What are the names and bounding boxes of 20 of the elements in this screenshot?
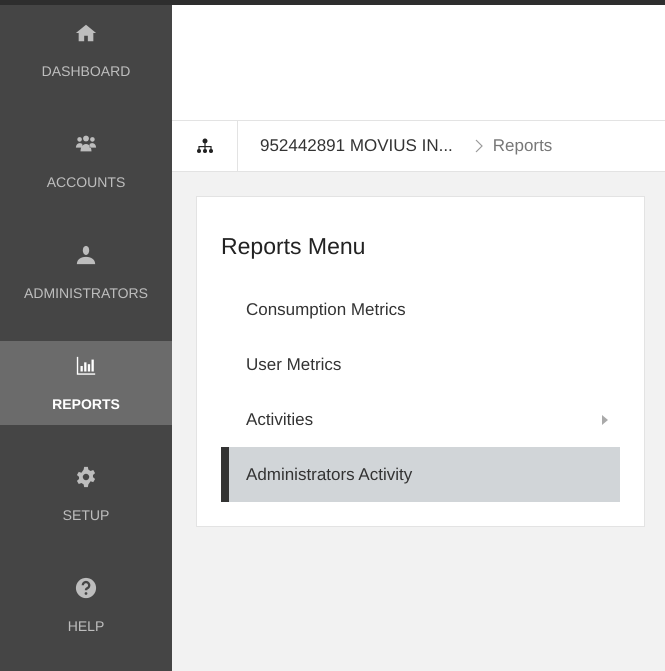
nav-item[interactable]: HELP <box>0 563 172 647</box>
breadcrumb-link[interactable]: 952442891 MOVIUS IN... <box>260 133 453 159</box>
chevron-right-icon <box>474 139 483 153</box>
menu-item[interactable]: Activities <box>221 392 620 447</box>
nav-item[interactable]: DASHBOARD <box>0 8 172 92</box>
nav-item[interactable]: REPORTS <box>0 341 172 425</box>
help-icon <box>75 577 97 599</box>
hierarchy-icon <box>196 138 214 154</box>
nav-item[interactable]: SETUP <box>0 452 172 536</box>
breadcrumb-link[interactable]: Reports <box>492 133 552 159</box>
menu-item[interactable]: Administrators Activity <box>221 447 620 502</box>
settings-icon <box>75 466 97 488</box>
nav-item[interactable]: ADMINISTRATORS <box>0 230 172 314</box>
person-icon <box>75 244 97 266</box>
home-icon <box>75 22 97 44</box>
menu-title: Reports Menu <box>221 235 366 258</box>
nav-item[interactable]: ACCOUNTS <box>0 119 172 203</box>
bar-chart-icon <box>75 355 97 377</box>
menu-item[interactable]: User Metrics <box>221 337 620 392</box>
menu-item[interactable]: Consumption Metrics <box>221 282 620 337</box>
